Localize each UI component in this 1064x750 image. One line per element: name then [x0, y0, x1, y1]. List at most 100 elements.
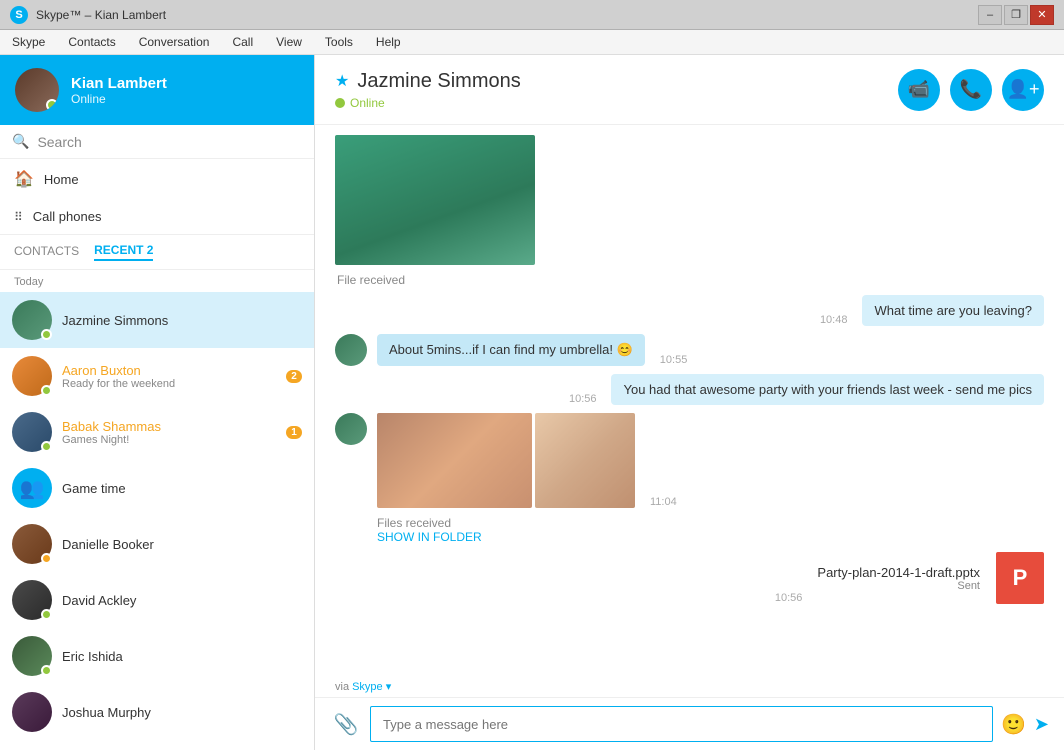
photo-item — [535, 413, 635, 508]
online-status-indicator — [41, 665, 52, 676]
contact-name: Game time — [62, 481, 302, 496]
message-row: 10:56 You had that awesome party with yo… — [335, 374, 1044, 405]
nav-home-label: Home — [44, 172, 79, 187]
attach-button[interactable]: 📎 — [330, 708, 362, 740]
status-indicator — [41, 553, 52, 564]
message-row: About 5mins...if I can find my umbrella!… — [335, 334, 1044, 366]
received-photo — [335, 135, 535, 265]
contact-item[interactable]: Jazmine Simmons — [0, 292, 314, 348]
contact-name: David Ackley — [62, 593, 302, 608]
contact-info: Jazmine Simmons — [62, 313, 302, 328]
video-call-button[interactable]: 📹 — [898, 69, 940, 111]
contact-item[interactable]: Joshua Murphy — [0, 684, 314, 740]
skype-logo-icon: S — [10, 6, 28, 24]
message-row — [335, 135, 1044, 265]
message-time: 10:56 — [775, 592, 803, 604]
contact-status: Ready for the weekend — [62, 378, 276, 390]
menu-contacts[interactable]: Contacts — [64, 33, 119, 51]
user-info: Kian Lambert Online — [71, 75, 167, 106]
show-in-folder-link[interactable]: SHOW IN FOLDER — [377, 530, 1044, 544]
avatar — [12, 524, 52, 564]
emoji-button[interactable]: 🙂 — [1001, 712, 1026, 737]
via-label: via — [335, 681, 349, 693]
tab-recent[interactable]: RECENT 2 — [94, 243, 153, 261]
restore-button[interactable]: ❐ — [1004, 5, 1028, 25]
message-time: 10:48 — [820, 314, 848, 326]
unread-badge: 2 — [286, 370, 302, 383]
message-time: 10:56 — [569, 393, 597, 405]
contact-item[interactable]: Babak Shammas Games Night! 1 — [0, 404, 314, 460]
contact-info: David Ackley — [62, 593, 302, 608]
received-photo-group — [377, 413, 635, 508]
sent-file-info: Party-plan-2014-1-draft.pptx Sent — [817, 565, 980, 592]
contact-info: Babak Shammas Games Night! — [62, 419, 276, 446]
messages-area[interactable]: File received 10:48 What time are you le… — [315, 125, 1064, 676]
home-icon: 🏠 — [14, 169, 34, 189]
add-person-icon: 👤+ — [1007, 79, 1040, 100]
pptx-file-icon: P — [996, 552, 1044, 604]
avatar — [12, 580, 52, 620]
menu-call[interactable]: Call — [228, 33, 257, 51]
menu-conversation[interactable]: Conversation — [135, 33, 214, 51]
audio-call-button[interactable]: 📞 — [950, 69, 992, 111]
user-name: Kian Lambert — [71, 75, 167, 92]
sidebar: Kian Lambert Online 🔍 Search 🏠 Home ⠿ Ca… — [0, 55, 315, 750]
app-container: Kian Lambert Online 🔍 Search 🏠 Home ⠿ Ca… — [0, 55, 1064, 750]
contact-name: Eric Ishida — [62, 649, 302, 664]
unread-badge: 1 — [286, 426, 302, 439]
chat-status-text: Online — [350, 96, 385, 110]
menu-tools[interactable]: Tools — [321, 33, 357, 51]
favorite-star-icon[interactable]: ★ — [335, 71, 349, 91]
menu-view[interactable]: View — [272, 33, 306, 51]
contact-item[interactable]: David Ackley — [0, 572, 314, 628]
message-input[interactable] — [370, 706, 993, 742]
message-row: 10:48 What time are you leaving? — [335, 295, 1044, 326]
contact-list: Today Jazmine Simmons Aaron Buxton Ready… — [0, 270, 314, 750]
sent-status: Sent — [817, 580, 980, 592]
menu-help[interactable]: Help — [372, 33, 405, 51]
contact-item[interactable]: Eric Ishida — [0, 628, 314, 684]
avatar — [15, 68, 59, 112]
nav-home[interactable]: 🏠 Home — [0, 159, 314, 199]
menu-skype[interactable]: Skype — [8, 33, 49, 51]
files-received-label: Files received — [377, 516, 1044, 530]
contact-info: Eric Ishida — [62, 649, 302, 664]
filename: Party-plan-2014-1-draft.pptx — [817, 565, 980, 580]
online-dot-icon — [335, 98, 345, 108]
add-contact-button[interactable]: 👤+ — [1002, 69, 1044, 111]
phone-icon: 📞 — [960, 79, 982, 100]
skype-link[interactable]: Skype ▾ — [352, 680, 391, 693]
minimize-button[interactable]: – — [978, 5, 1002, 25]
input-area: 📎 🙂 ➤ — [315, 697, 1064, 750]
chevron-down-icon: ▾ — [386, 681, 392, 693]
avatar — [12, 692, 52, 732]
chat-header-left: ★ Jazmine Simmons Online — [335, 70, 521, 110]
contact-item[interactable]: Danielle Booker — [0, 516, 314, 572]
section-today: Today — [0, 270, 314, 292]
file-received-label: File received — [337, 273, 1044, 287]
menubar: Skype Contacts Conversation Call View To… — [0, 30, 1064, 55]
online-status-indicator — [41, 441, 52, 452]
chat-info: ★ Jazmine Simmons Online — [335, 70, 521, 110]
contact-info: Aaron Buxton Ready for the weekend — [62, 363, 276, 390]
search-bar[interactable]: 🔍 Search — [0, 125, 314, 159]
tab-contacts[interactable]: CONTACTS — [14, 244, 79, 260]
chat-header: ★ Jazmine Simmons Online 📹 📞 � — [315, 55, 1064, 125]
contact-item[interactable]: Aaron Buxton Ready for the weekend 2 — [0, 348, 314, 404]
contact-name: Danielle Booker — [62, 537, 302, 552]
online-status-indicator — [41, 329, 52, 340]
nav-call-phones[interactable]: ⠿ Call phones — [0, 199, 314, 234]
message-time: 11:04 — [650, 496, 677, 508]
contact-status: Games Night! — [62, 434, 276, 446]
avatar — [12, 300, 52, 340]
avatar — [12, 356, 52, 396]
send-button[interactable]: ➤ — [1034, 714, 1049, 735]
user-status: Online — [71, 92, 167, 106]
via-skype-bar: via Skype ▾ — [315, 676, 1064, 697]
message-row: 11:04 — [335, 413, 1044, 508]
search-icon: 🔍 — [12, 133, 29, 150]
message-bubble: About 5mins...if I can find my umbrella!… — [377, 334, 645, 366]
contact-item[interactable]: 👥 Game time — [0, 460, 314, 516]
message-bubble: You had that awesome party with your fri… — [611, 374, 1044, 405]
close-button[interactable]: ✕ — [1030, 5, 1054, 25]
